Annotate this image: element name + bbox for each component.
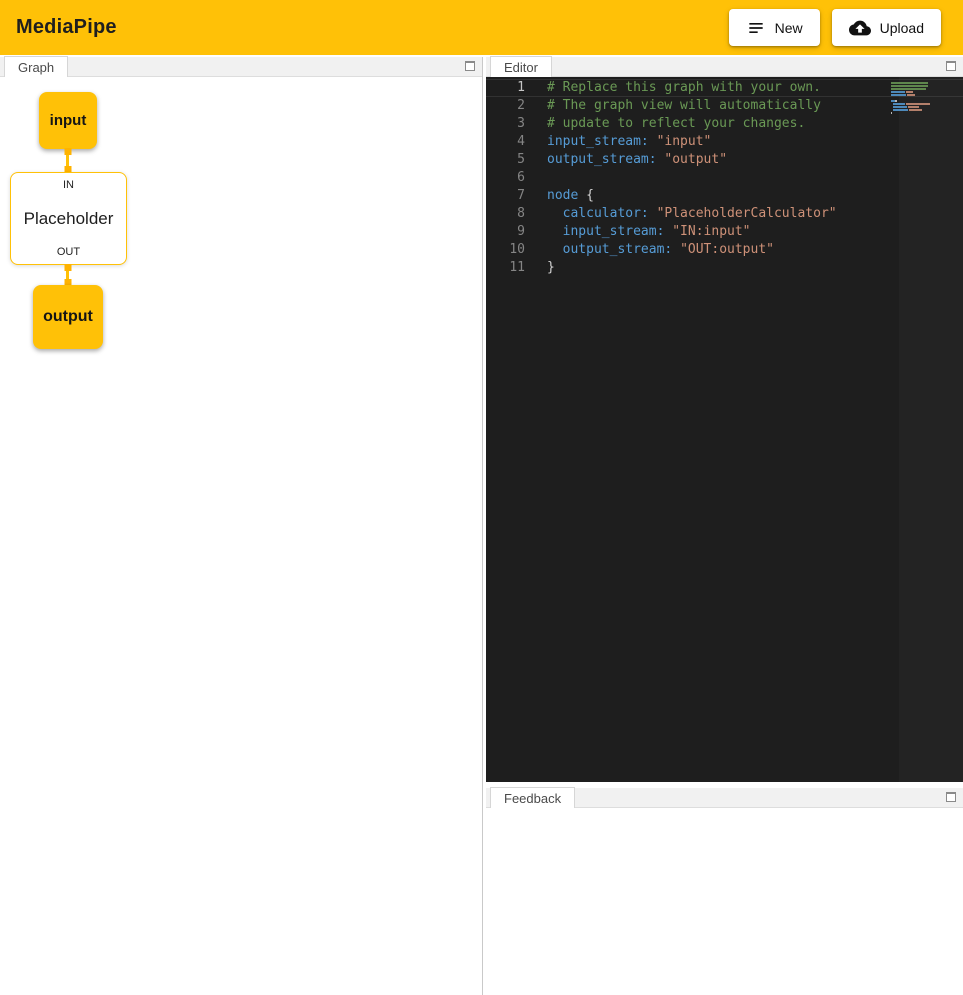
graph-node-input-label: input bbox=[50, 112, 87, 129]
feedback-popout-icon[interactable] bbox=[946, 792, 956, 802]
new-button[interactable]: New bbox=[729, 9, 820, 46]
code-line[interactable]: 10 output_stream: "OUT:output" bbox=[486, 241, 963, 259]
graph-node-output-label: output bbox=[43, 308, 93, 326]
right-column: Editor 1# Replace this graph with your o… bbox=[486, 57, 963, 995]
line-number: 2 bbox=[486, 97, 547, 115]
cloud-upload-icon bbox=[849, 17, 871, 39]
line-number: 7 bbox=[486, 187, 547, 205]
graph-canvas[interactable]: input IN Placeholder OUT output bbox=[0, 77, 482, 994]
code-line[interactable]: 4input_stream: "input" bbox=[486, 133, 963, 151]
graph-node-output[interactable]: output bbox=[33, 285, 103, 349]
line-number: 3 bbox=[486, 115, 547, 133]
placeholder-node-label: Placeholder bbox=[24, 209, 114, 229]
graph-panel: Graph input IN Placeholder OUT output bbox=[0, 57, 483, 995]
line-number: 5 bbox=[486, 151, 547, 169]
code-line[interactable]: 9 input_stream: "IN:input" bbox=[486, 223, 963, 241]
feedback-panel-header: Feedback bbox=[486, 788, 963, 808]
edge-input-to-placeholder bbox=[66, 149, 69, 172]
app-title: MediaPipe bbox=[16, 16, 117, 39]
feedback-panel: Feedback bbox=[486, 788, 963, 995]
header-actions: New Upload bbox=[729, 9, 947, 46]
new-button-label: New bbox=[775, 20, 803, 36]
edge-placeholder-to-output bbox=[66, 265, 69, 285]
graph-node-input[interactable]: input bbox=[39, 92, 97, 149]
code-line[interactable]: 7node { bbox=[486, 187, 963, 205]
upload-button[interactable]: Upload bbox=[832, 9, 941, 46]
editor-panel: Editor 1# Replace this graph with your o… bbox=[486, 57, 963, 782]
code-line[interactable]: 5output_stream: "output" bbox=[486, 151, 963, 169]
tab-feedback[interactable]: Feedback bbox=[490, 787, 575, 808]
line-number: 10 bbox=[486, 241, 547, 259]
code-editor[interactable]: 1# Replace this graph with your own.2# T… bbox=[486, 77, 963, 782]
line-number: 9 bbox=[486, 223, 547, 241]
feedback-content bbox=[486, 808, 963, 995]
in-port-label: IN bbox=[63, 179, 74, 191]
tab-graph[interactable]: Graph bbox=[4, 56, 68, 77]
graph-node-placeholder[interactable]: IN Placeholder OUT bbox=[10, 172, 127, 265]
out-port-label: OUT bbox=[57, 246, 80, 258]
minimap-column bbox=[899, 77, 963, 782]
line-number: 11 bbox=[486, 259, 547, 277]
line-number: 6 bbox=[486, 169, 547, 187]
code-line[interactable]: 11} bbox=[486, 259, 963, 277]
line-number: 1 bbox=[486, 79, 547, 97]
code-line[interactable]: 8 calculator: "PlaceholderCalculator" bbox=[486, 205, 963, 223]
line-number: 4 bbox=[486, 133, 547, 151]
main-area: Graph input IN Placeholder OUT output Ed… bbox=[0, 55, 963, 995]
code-line[interactable]: 6 bbox=[486, 169, 963, 187]
list-icon bbox=[746, 18, 766, 38]
editor-panel-header: Editor bbox=[486, 57, 963, 77]
app-header: MediaPipe New Upload bbox=[0, 0, 963, 55]
line-number: 8 bbox=[486, 205, 547, 223]
editor-popout-icon[interactable] bbox=[946, 61, 956, 71]
minimap[interactable] bbox=[891, 82, 947, 115]
tab-editor[interactable]: Editor bbox=[490, 56, 552, 77]
graph-popout-icon[interactable] bbox=[465, 61, 475, 71]
upload-button-label: Upload bbox=[880, 20, 924, 36]
graph-panel-header: Graph bbox=[0, 57, 482, 77]
code-line[interactable]: 3# update to reflect your changes. bbox=[486, 115, 963, 133]
